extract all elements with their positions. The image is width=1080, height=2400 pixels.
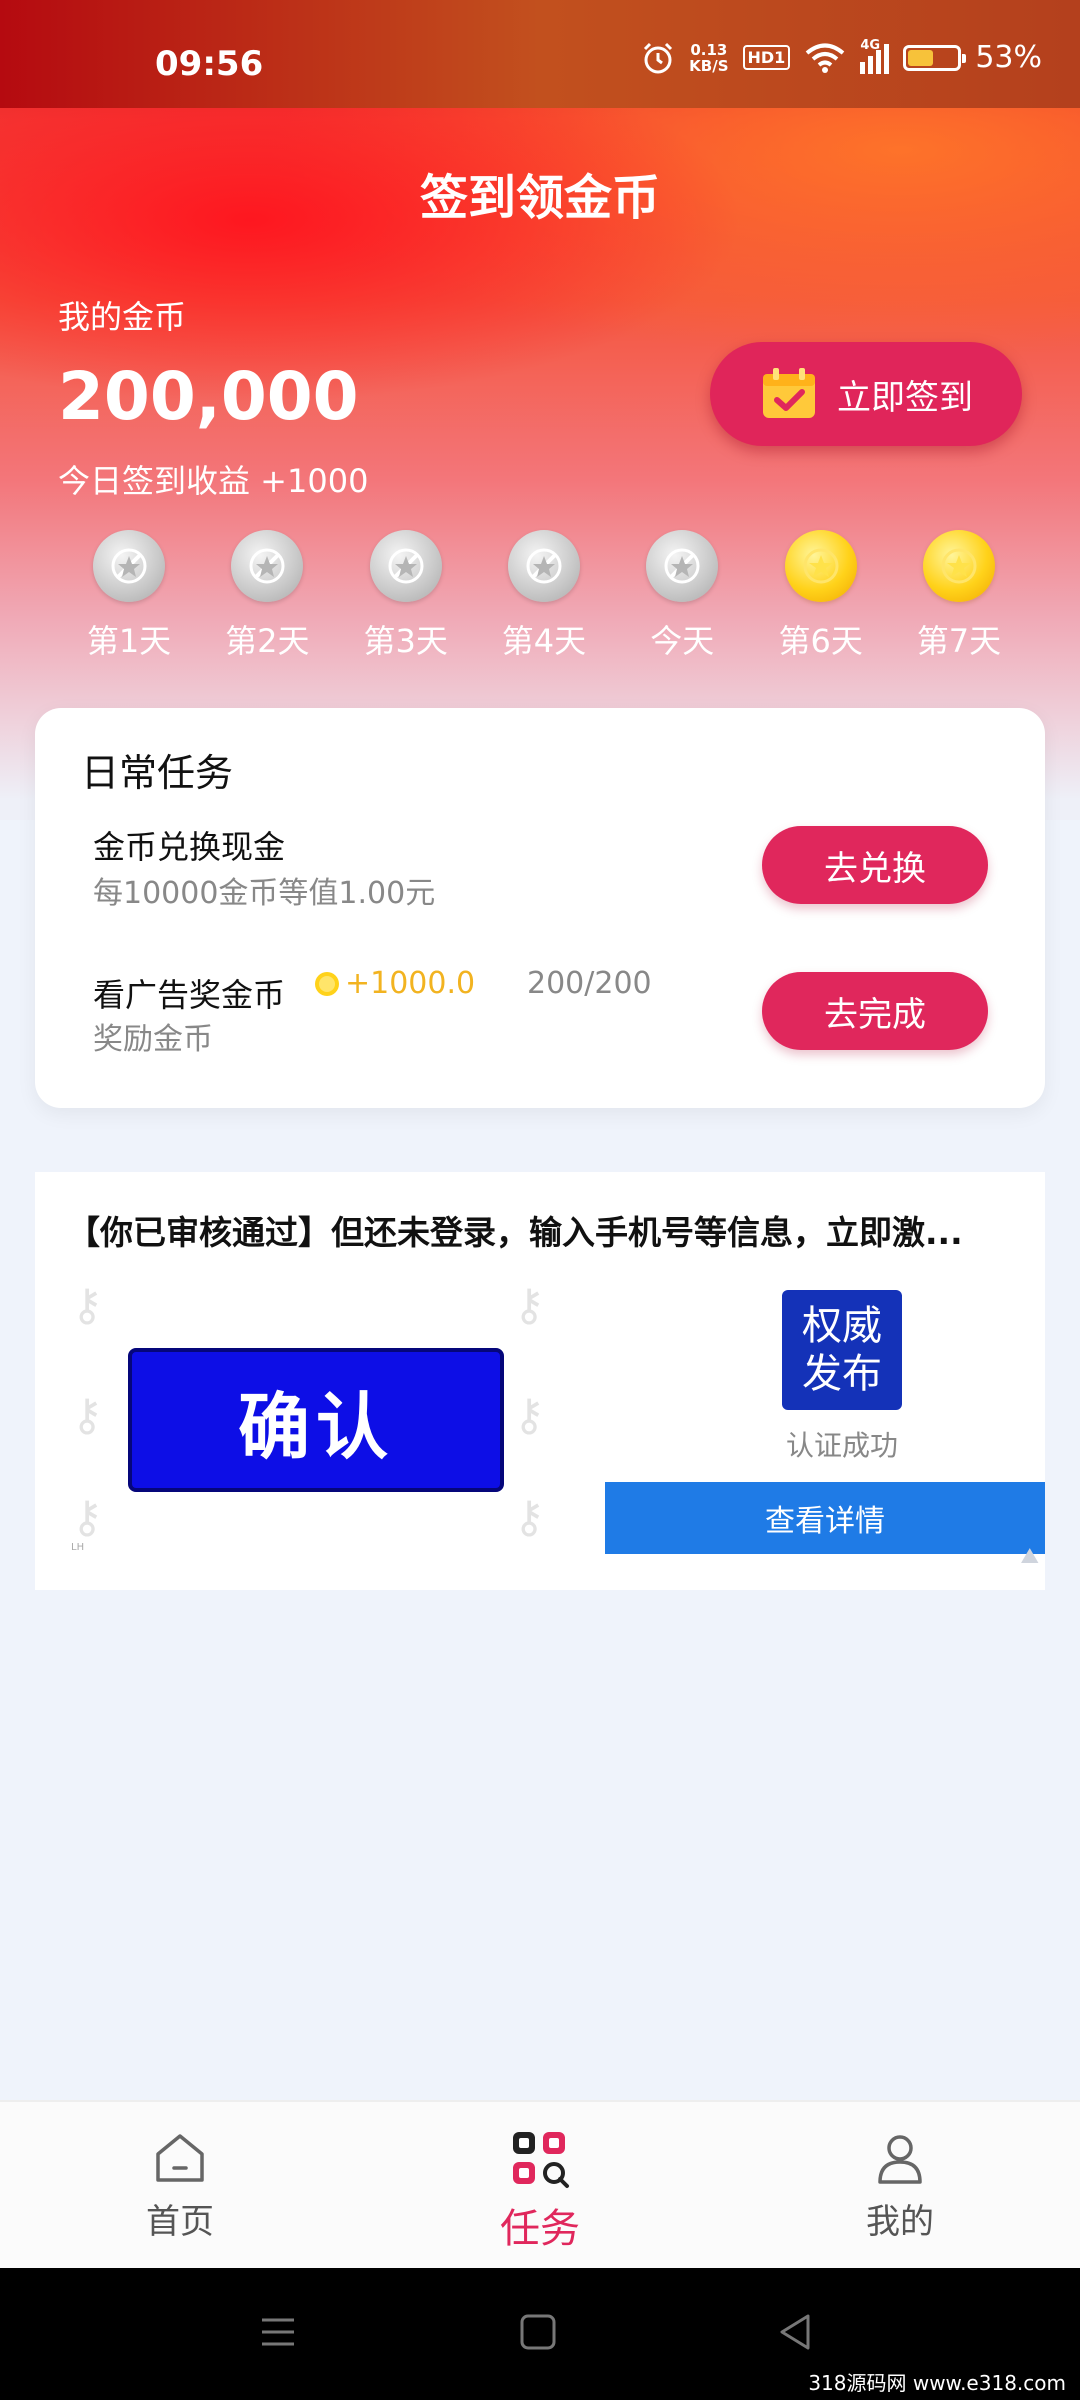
coin-gold-icon: [922, 530, 995, 602]
system-nav-bar: 318源码网 www.e318.com: [0, 2268, 1080, 2400]
key-watermark-icon: ⚷: [71, 1280, 104, 1331]
key-watermark-icon: ⚷: [71, 1390, 104, 1441]
view-details-button[interactable]: 查看详情: [605, 1482, 1045, 1554]
day-item: 第4天: [479, 530, 609, 662]
signin-button[interactable]: 立即签到: [710, 342, 1022, 446]
signin-button-label: 立即签到: [837, 377, 973, 418]
ad-banner[interactable]: 【你已审核通过】但还未登录，输入手机号等信息，立即激... ⚷ ⚷ ⚷ ⚷ ⚷ …: [35, 1172, 1045, 1590]
today-gain: 今日签到收益 +1000: [58, 462, 369, 500]
day-item: 第6天: [756, 530, 886, 662]
complete-button[interactable]: 去完成: [762, 972, 988, 1050]
cell-signal-icon: 4G: [860, 38, 890, 74]
day-item: 第1天: [64, 530, 194, 662]
hd-badge: HD1: [742, 45, 791, 70]
authority-badge: 权威 发布: [782, 1290, 902, 1410]
daily-tasks-title: 日常任务: [81, 751, 234, 795]
coin-claimed-icon: [646, 530, 719, 602]
task-name: 金币兑换现金: [93, 828, 286, 866]
calendar-check-icon: [763, 368, 815, 418]
coin-claimed-icon: [231, 530, 304, 602]
site-watermark: 318源码网 www.e318.com: [804, 2367, 1070, 2396]
coin-gold-icon: [784, 530, 857, 602]
signin-days: 第1天 第2天 第3天 第4天 今天 第6天 第7天: [64, 530, 1024, 662]
day-item: 第3天: [341, 530, 471, 662]
ad-tiny-mark: LH: [71, 1542, 85, 1553]
network-speed: 0.13 KB/S: [689, 40, 729, 75]
coin-claimed-icon: [507, 530, 580, 602]
tab-home[interactable]: 首页: [90, 2128, 270, 2243]
page-title: 签到领金币: [419, 170, 660, 226]
task-progress: 200/200: [527, 966, 652, 1001]
coins-label: 我的金币: [58, 298, 187, 336]
tasks-icon: [513, 2132, 569, 2188]
home-icon: [156, 2134, 204, 2182]
day-item: 第2天: [202, 530, 332, 662]
battery-percent: 53%: [975, 40, 1042, 75]
status-time: 09:56: [155, 44, 264, 84]
ad-corner-icon: ⛰: [1020, 1544, 1039, 1569]
ad-confirm-button[interactable]: 确认: [128, 1348, 504, 1492]
back-icon[interactable]: [776, 2312, 816, 2352]
daily-tasks-card: 日常任务 金币兑换现金 每10000金币等值1.00元 去兑换 看广告奖金币 +…: [35, 708, 1045, 1108]
coin-icon: [315, 971, 339, 996]
day-item: 今天: [617, 530, 747, 662]
status-icons: 0.13 KB/S HD1 4G 53%: [641, 38, 1042, 75]
task-subtitle: 每10000金币等值1.00元: [93, 876, 436, 911]
day-item: 第7天: [894, 530, 1024, 662]
key-watermark-icon: ⚷: [513, 1492, 546, 1543]
auth-success-text: 认证成功: [785, 1429, 898, 1462]
task-name: 看广告奖金币: [93, 976, 286, 1014]
key-watermark-icon: ⚷: [71, 1492, 104, 1543]
status-bar: 09:56 0.13 KB/S HD1 4G 53%: [0, 0, 1080, 108]
tab-profile[interactable]: 我的: [810, 2128, 990, 2243]
home-square-icon[interactable]: [518, 2312, 558, 2352]
bottom-tab-bar: 首页 任务 我的: [0, 2100, 1080, 2270]
menu-icon[interactable]: [258, 2312, 298, 2352]
task-reward: +1000.0: [313, 966, 475, 1001]
key-watermark-icon: ⚷: [513, 1390, 546, 1441]
coin-claimed-icon: [369, 530, 442, 602]
profile-icon: [878, 2135, 922, 2184]
ad-headline[interactable]: 【你已审核通过】但还未登录，输入手机号等信息，立即激...: [67, 1206, 1027, 1254]
alarm-icon: [644, 42, 673, 73]
coins-value: 200,000: [58, 358, 359, 435]
exchange-button[interactable]: 去兑换: [762, 826, 988, 904]
coin-claimed-icon: [93, 530, 165, 602]
task-subtitle: 奖励金币: [93, 1022, 213, 1057]
wifi-icon: [806, 43, 845, 73]
battery-icon: [903, 44, 967, 71]
key-watermark-icon: ⚷: [513, 1280, 546, 1331]
tab-tasks[interactable]: 任务: [450, 2128, 630, 2254]
